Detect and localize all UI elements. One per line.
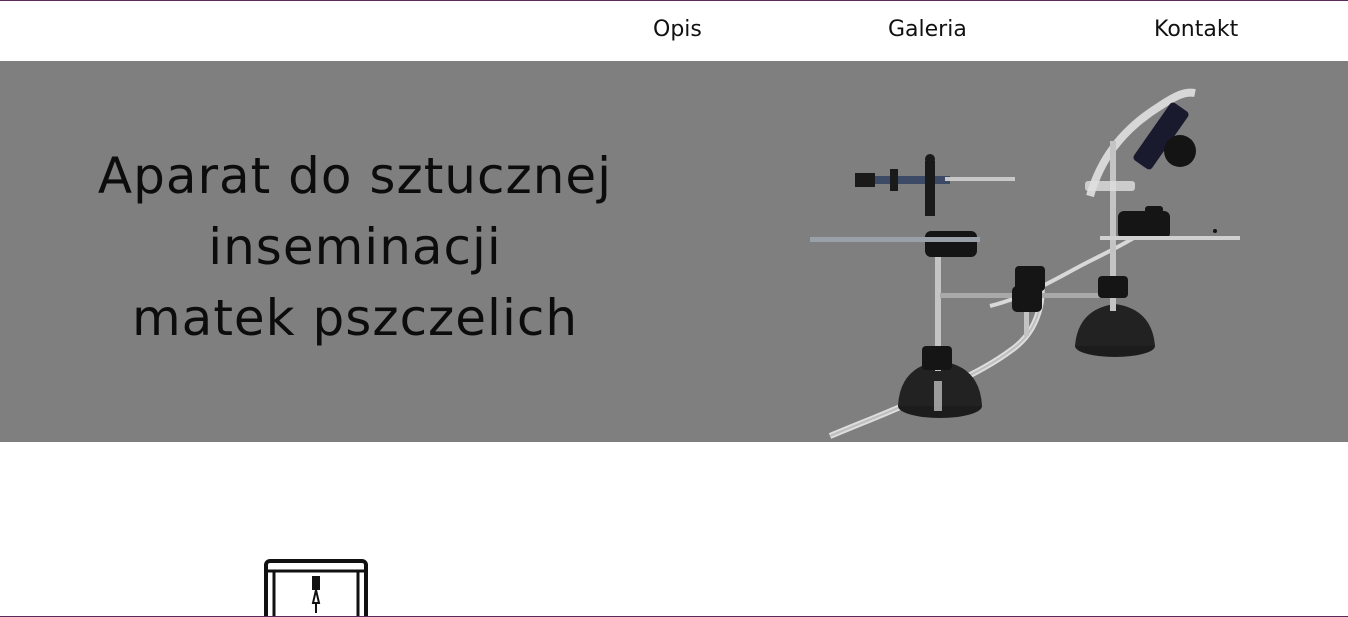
page: Opis Galeria Kontakt Aparat do sztucznej… <box>0 0 1348 617</box>
nav-link-kontakt[interactable]: Kontakt <box>1154 16 1238 44</box>
hero-title-line: Aparat do sztucznej <box>97 147 613 205</box>
3d-printer-icon <box>264 559 368 617</box>
insemination-apparatus-image <box>810 88 1240 439</box>
hero-title: Aparat do sztucznej inseminacji matek ps… <box>40 141 670 354</box>
navbar: Opis Galeria Kontakt <box>0 1 1348 61</box>
nav-link-opis[interactable]: Opis <box>653 16 702 44</box>
nav-link-galeria[interactable]: Galeria <box>888 16 967 44</box>
hero-banner: Aparat do sztucznej inseminacji matek ps… <box>0 61 1348 442</box>
hero-title-line: matek pszczelich <box>131 289 579 347</box>
hero-title-line: inseminacji <box>208 218 502 276</box>
